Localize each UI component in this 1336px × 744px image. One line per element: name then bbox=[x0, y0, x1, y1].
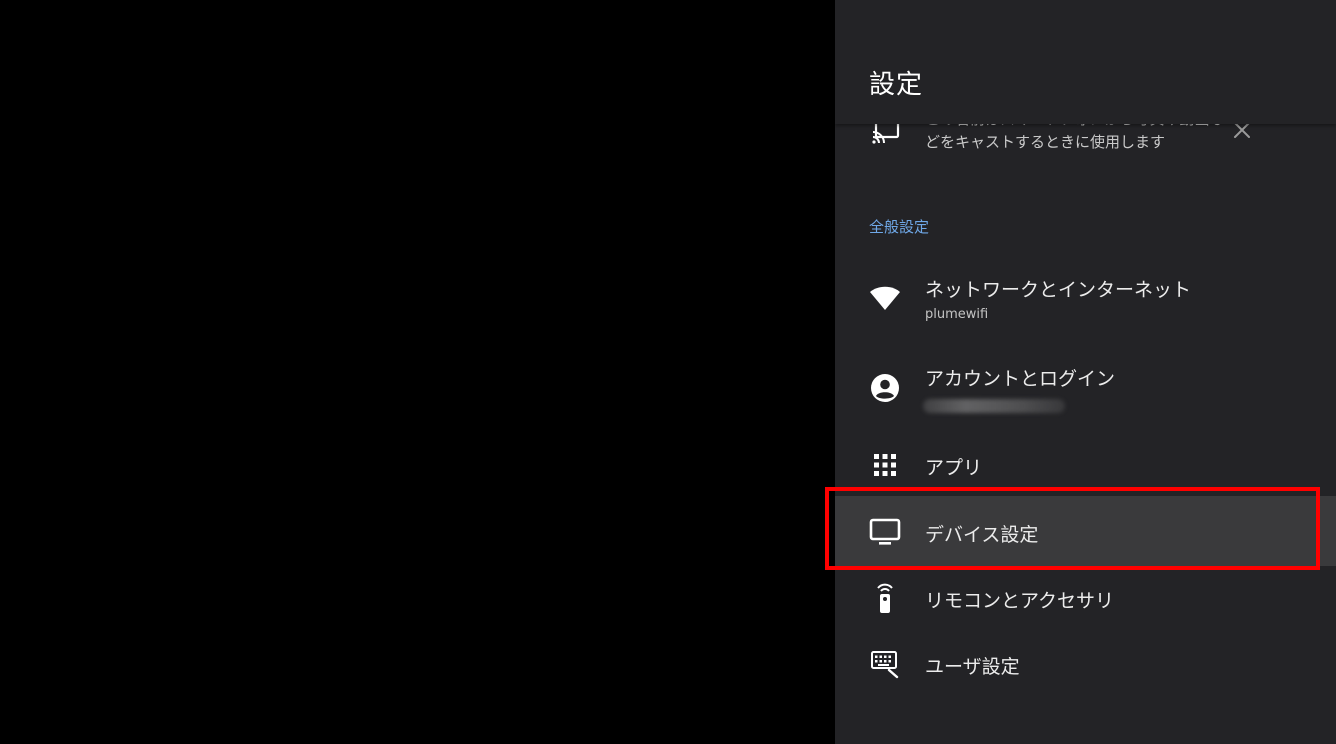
keyboard-icon bbox=[871, 651, 899, 679]
remote-icon bbox=[877, 583, 893, 613]
tv-screen: 設定 この名前はスマートフォンから写真や動画などをキャストするときに使用します … bbox=[0, 0, 1336, 744]
menu-item-label: デバイス設定 bbox=[925, 524, 1039, 546]
page-title: 設定 bbox=[869, 70, 924, 100]
menu-item-label: リモコンとアクセサリ bbox=[925, 590, 1115, 612]
account-circle-icon bbox=[871, 374, 899, 402]
menu-item-label: アカウントとログイン bbox=[925, 368, 1116, 390]
wifi-icon bbox=[870, 286, 900, 310]
menu-item-device-settings[interactable]: デバイス設定 bbox=[835, 496, 1336, 566]
tv-icon bbox=[869, 518, 901, 545]
menu-item-account[interactable]: アカウントとログイン bbox=[835, 352, 1336, 434]
menu-item-user-settings[interactable]: ユーザ設定 bbox=[835, 640, 1336, 690]
menu-item-remote-accessories[interactable]: リモコンとアクセサリ bbox=[835, 574, 1336, 624]
menu-item-sublabel: plumewifi bbox=[925, 307, 989, 322]
menu-item-label: ユーザ設定 bbox=[925, 656, 1020, 678]
apps-grid-icon bbox=[874, 454, 896, 476]
menu-item-apps[interactable]: アプリ bbox=[835, 440, 1336, 490]
redacted-account-email bbox=[923, 399, 1065, 413]
panel-header: 設定 bbox=[835, 0, 1336, 124]
settings-panel: 設定 この名前はスマートフォンから写真や動画などをキャストするときに使用します … bbox=[835, 0, 1336, 744]
menu-item-label: ネットワークとインターネット bbox=[925, 279, 1192, 301]
section-label-general: 全般設定 bbox=[869, 218, 930, 236]
menu-item-label: アプリ bbox=[925, 457, 983, 479]
menu-item-network[interactable]: ネットワークとインターネット plumewifi bbox=[835, 262, 1336, 344]
